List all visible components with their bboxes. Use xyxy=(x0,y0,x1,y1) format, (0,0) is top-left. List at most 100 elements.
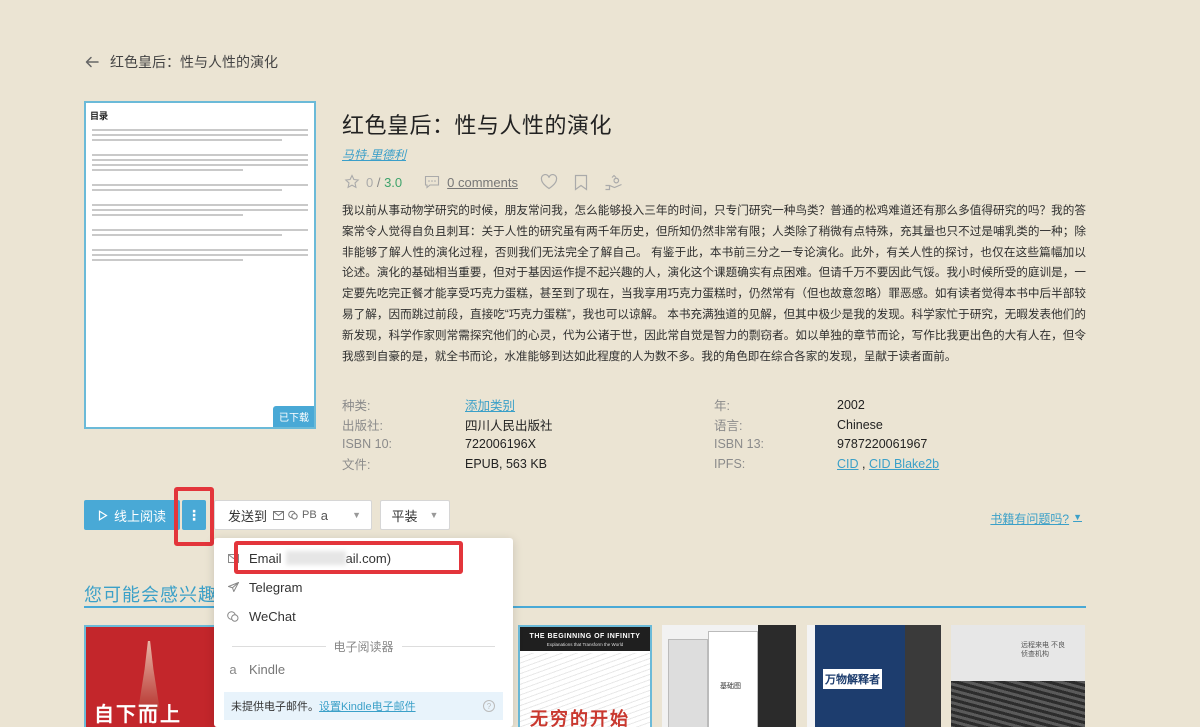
help-icon[interactable]: ? xyxy=(483,700,495,712)
related-book-title: THE BEGINNING OF INFINITY xyxy=(520,627,650,642)
related-book-title: 远程来电 不良侦查机构 xyxy=(1021,642,1065,658)
comment-icon xyxy=(425,175,440,189)
prop-isbn13: ISBN 13: 9787220061967 xyxy=(714,434,939,454)
prop-key: 种类: xyxy=(342,399,371,414)
read-online-label: 线上阅读 xyxy=(113,508,166,524)
prop-value: 9787220061967 xyxy=(837,437,928,452)
book-properties-left: 种类: 添加类别 出版社: 四川人民出版社 ISBN 10: 722006196… xyxy=(342,395,553,474)
rating[interactable]: 0 / 3.0 xyxy=(344,174,402,190)
cover-text-lines xyxy=(86,122,314,261)
related-book-subtitle: Explanations that Transform the World xyxy=(520,642,650,651)
bookmark-icon[interactable] xyxy=(574,174,588,191)
pb-label: PB xyxy=(302,509,317,521)
cover-artwork xyxy=(668,639,708,727)
book-cover[interactable]: 目录 已下载 xyxy=(84,101,316,429)
prop-file: 文件: EPUB, 563 KB xyxy=(342,454,553,474)
email-icon xyxy=(273,510,285,520)
kindle-email-notice: 未提供电子邮件。 设置Kindle电子邮件 ? xyxy=(224,692,503,720)
comments-link[interactable]: 0 comments xyxy=(424,175,518,190)
rating-score: 3.0 xyxy=(384,174,403,190)
wechat-icon xyxy=(227,610,239,622)
related-book-title: 自下而上 xyxy=(94,704,182,726)
related-book-cover[interactable]: 基础图 xyxy=(662,625,796,727)
book-properties-right: 年: 2002 语言: Chinese ISBN 13: 97872200619… xyxy=(714,395,939,474)
prop-isbn10: ISBN 10: 722006196X xyxy=(342,434,553,454)
ipfs-cid-link[interactable]: CID xyxy=(837,457,859,471)
related-section-title: 您可能会感兴趣 xyxy=(84,585,217,605)
telegram-icon xyxy=(227,581,239,593)
email-item-highlight xyxy=(234,541,463,574)
back-title: 红色皇后：性与人性的演化 xyxy=(110,54,278,70)
prop-key: 出版社: xyxy=(342,419,383,434)
format-label: 平装 xyxy=(391,508,418,524)
more-options-highlight xyxy=(174,487,214,546)
prop-value: Chinese xyxy=(837,417,883,432)
prop-key: 年: xyxy=(714,399,730,414)
send-to-button[interactable]: 发送到 PB a ▼ xyxy=(214,500,372,530)
chevron-down-icon: ▼ xyxy=(352,510,361,520)
read-online-button[interactable]: 线上阅读 xyxy=(84,500,180,530)
prop-key: ISBN 13: xyxy=(714,437,765,452)
rating-separator: / xyxy=(373,174,385,190)
related-book-cn-title: 无穷的开始 xyxy=(530,709,630,727)
add-category-link[interactable]: 添加类别 xyxy=(465,395,515,414)
book-description: 我以前从事动物学研究的时候，朋友常问我，怎么能够投入三年的时间，只专门研究一种鸟… xyxy=(342,204,1086,363)
ipfs-separator: , xyxy=(858,456,869,471)
chevron-down-icon: ▼ xyxy=(1073,512,1082,522)
prop-year: 年: 2002 xyxy=(714,395,939,415)
report-issue-label[interactable]: 书籍有问题吗? xyxy=(990,510,1069,527)
related-book-title: 基础图 xyxy=(720,683,741,690)
wechat-label: WeChat xyxy=(249,608,296,624)
related-book-cover[interactable]: 万物解释者 xyxy=(807,625,941,727)
star-icon[interactable] xyxy=(344,174,360,190)
prop-key: 文件: xyxy=(342,458,371,473)
send-to-label: 发送到 xyxy=(228,508,268,524)
prop-category: 种类: 添加类别 xyxy=(342,395,553,415)
cover-artwork xyxy=(758,625,796,727)
ereader-header-label: 电子阅读器 xyxy=(333,639,394,654)
send-targets: PB a xyxy=(273,508,328,523)
format-select[interactable]: 平装 ▼ xyxy=(380,500,450,530)
play-icon xyxy=(98,509,108,521)
wechat-icon xyxy=(288,510,298,520)
cover-artwork xyxy=(951,681,1085,727)
prop-value: EPUB, 563 KB xyxy=(465,456,547,471)
prop-key: 语言: xyxy=(714,419,743,434)
dropdown-item-wechat[interactable]: WeChat xyxy=(214,604,296,628)
ipfs-cid-blake2b-link[interactable]: CID Blake2b xyxy=(869,457,939,471)
ereader-section-header: 电子阅读器 xyxy=(224,639,503,654)
author-link[interactable]: 马特·里德利 xyxy=(342,146,406,163)
dropdown-item-telegram[interactable]: Telegram xyxy=(214,575,302,599)
related-book-title: 万物解释者 xyxy=(823,669,882,689)
prop-key: IPFS: xyxy=(714,456,746,471)
cover-artwork xyxy=(708,631,758,727)
related-book-cover[interactable]: THE BEGINNING OF INFINITY Explanations t… xyxy=(518,625,652,727)
setup-kindle-email-link[interactable]: 设置Kindle电子邮件 xyxy=(319,698,416,714)
downloaded-badge: 已下载 xyxy=(273,406,314,427)
telegram-label: Telegram xyxy=(249,579,303,595)
comments-count[interactable]: 0 comments xyxy=(447,175,518,190)
prop-publisher: 出版社: 四川人民出版社 xyxy=(342,415,553,435)
back-arrow-icon[interactable] xyxy=(84,54,100,70)
related-book-cover[interactable]: 远程来电 不良侦查机构 xyxy=(951,625,1085,727)
prop-ipfs: IPFS: CID , CID Blake2b xyxy=(714,454,939,474)
cover-artwork xyxy=(905,625,941,727)
notice-text: 未提供电子邮件。 xyxy=(231,701,319,713)
prop-language: 语言: Chinese xyxy=(714,415,939,435)
back-breadcrumb[interactable]: 红色皇后：性与人性的演化 xyxy=(84,52,278,72)
prop-key: ISBN 10: xyxy=(342,437,393,452)
donate-hand-icon[interactable] xyxy=(604,174,624,191)
related-book-cover[interactable]: 自下而上 xyxy=(84,625,218,727)
prop-value: 四川人民出版社 xyxy=(465,419,553,434)
book-title: 红色皇后：性与人性的演化 xyxy=(342,113,613,138)
heart-icon[interactable] xyxy=(540,174,558,190)
prop-value: 2002 xyxy=(837,397,865,412)
prop-value: 722006196X xyxy=(465,437,536,452)
kindle-icon: a xyxy=(320,507,328,523)
dropdown-item-kindle[interactable]: a Kindle xyxy=(214,657,285,681)
chevron-down-icon: ▼ xyxy=(429,510,439,520)
book-meta-row: 0 / 3.0 0 comments xyxy=(344,172,624,192)
kindle-label: Kindle xyxy=(249,661,286,677)
report-issue-link[interactable]: 书籍有问题吗? ▼ xyxy=(990,510,1082,527)
kindle-icon: a xyxy=(229,661,237,677)
